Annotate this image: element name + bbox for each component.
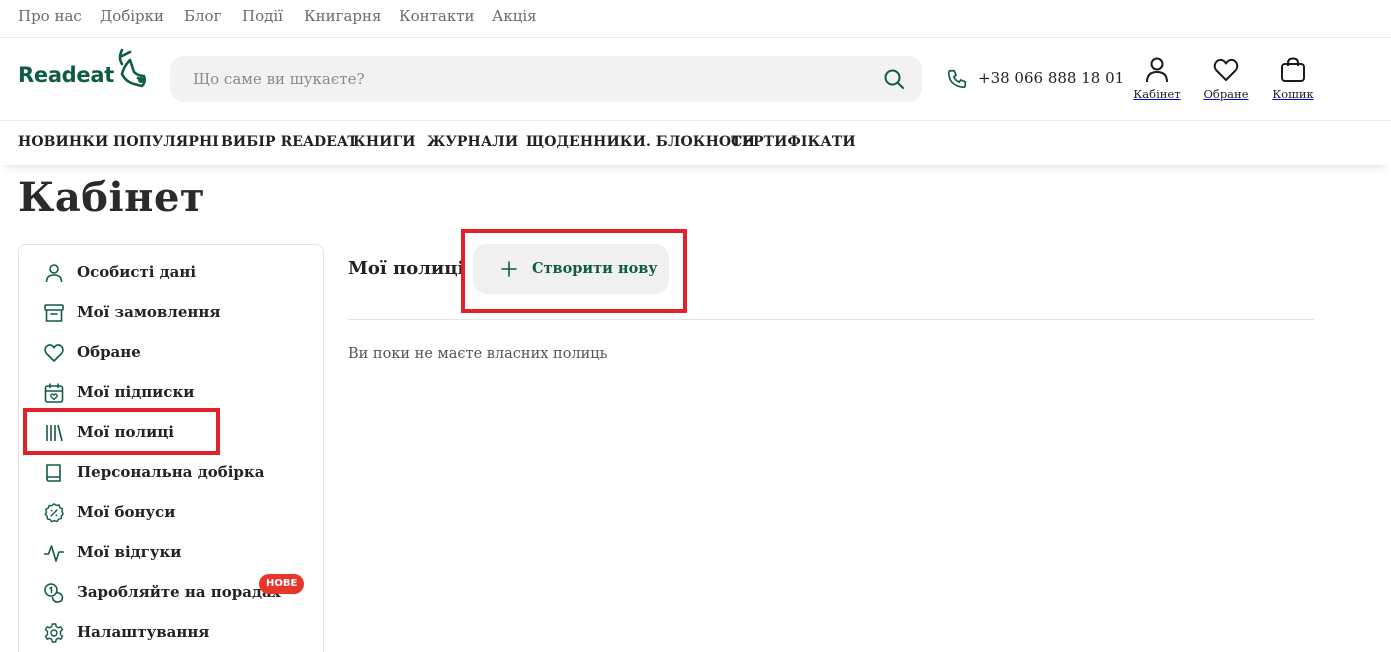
heart-icon: [1213, 58, 1239, 81]
top-link-blog[interactable]: Блог: [184, 7, 221, 25]
top-link-collections[interactable]: Добірки: [100, 7, 164, 25]
sidebar-item-favorites[interactable]: Обране: [19, 334, 323, 370]
category-popular[interactable]: ПОПУЛЯРНІ: [113, 134, 219, 150]
new-badge: НОВЕ: [259, 574, 305, 594]
header-cabinet-label: Кабінет: [1133, 87, 1181, 101]
sidebar-item-label: Налаштування: [77, 623, 210, 641]
category-readeat-choice[interactable]: ВИБІР READEAT: [221, 134, 358, 150]
sidebar-item-subscriptions[interactable]: Мої підписки: [19, 374, 323, 410]
shopping-bag-icon: [1281, 57, 1305, 82]
readeat-logo[interactable]: Readeat: [18, 46, 153, 94]
search-input[interactable]: [170, 56, 860, 102]
sidebar-item-personal-data[interactable]: Особисті дані: [19, 254, 323, 290]
sidebar-item-label: Мої підписки: [77, 383, 195, 401]
top-link-contacts[interactable]: Контакти: [399, 7, 475, 25]
sidebar-item-label: Мої відгуки: [77, 543, 182, 561]
coins-icon: [44, 583, 64, 603]
empty-shelves-message: Ви поки не маєте власних полиць: [348, 346, 608, 362]
search-bar: [170, 56, 922, 102]
highlight-create-button-box: [461, 229, 687, 313]
top-link-bookstore[interactable]: Книгарня: [304, 7, 381, 25]
header-cabinet-button[interactable]: Кабінет: [1132, 56, 1182, 106]
phone-icon: [947, 69, 967, 89]
gear-icon: [44, 623, 64, 643]
sidebar-item-label: Обране: [77, 343, 141, 361]
category-books[interactable]: КНИГИ: [353, 134, 416, 150]
search-icon[interactable]: [882, 67, 906, 91]
sidebar-item-bonuses[interactable]: Мої бонуси: [19, 494, 323, 530]
top-link-promo[interactable]: Акція: [492, 7, 537, 25]
user-icon: [45, 264, 63, 283]
category-nav: НОВИНКИ ПОПУЛЯРНІ ВИБІР READEAT КНИГИ ЖУ…: [0, 121, 1391, 165]
sidebar-item-personal-selection[interactable]: Персональна добірка: [19, 454, 323, 490]
logo-wordmark: Readeat: [18, 63, 114, 87]
book-icon: [46, 464, 61, 482]
category-magazines[interactable]: ЖУРНАЛИ: [427, 134, 518, 150]
percent-badge-icon: [44, 503, 64, 523]
heart-icon: [44, 344, 64, 362]
sidebar-item-label: Мої бонуси: [77, 503, 176, 521]
top-link-events[interactable]: Події: [242, 7, 283, 25]
highlight-shelves-item-box: [23, 408, 220, 455]
sidebar-item-reviews[interactable]: Мої відгуки: [19, 534, 323, 570]
logo-deer-icon: [118, 48, 146, 88]
shelves-title: Мої полиці: [348, 258, 465, 279]
activity-icon: [43, 545, 65, 562]
archive-box-icon: [44, 304, 64, 322]
sidebar-item-label: Персональна добірка: [77, 463, 265, 481]
sidebar-item-orders[interactable]: Мої замовлення: [19, 294, 323, 330]
sidebar-item-label: Мої замовлення: [77, 303, 221, 321]
sidebar-item-settings[interactable]: Налаштування: [19, 614, 323, 650]
category-certificates[interactable]: СЕРТИФІКАТИ: [731, 134, 856, 150]
header-cart-label: Кошик: [1272, 87, 1314, 101]
site-header: Readeat +38 066 888 18 01 Кабінет Обране: [0, 38, 1391, 121]
header-favorites-button[interactable]: Обране: [1202, 56, 1250, 106]
top-utility-bar: Про нас Добірки Блог Події Книгарня Конт…: [0, 0, 1391, 38]
category-diaries[interactable]: ЩОДЕННИКИ. БЛОКНОТИ: [526, 134, 755, 150]
user-icon: [1146, 57, 1168, 83]
header-cart-button[interactable]: Кошик: [1270, 56, 1316, 106]
phone-number: +38 066 888 18 01: [978, 69, 1125, 87]
header-favorites-label: Обране: [1203, 87, 1249, 101]
sidebar-item-label: Особисті дані: [77, 263, 197, 281]
category-new[interactable]: НОВИНКИ: [18, 134, 108, 150]
calendar-heart-icon: [44, 383, 64, 403]
sidebar-item-earn-on-tips[interactable]: Заробляйте на порадах НОВЕ: [19, 574, 323, 610]
page-title: Кабінет: [18, 174, 206, 221]
sidebar-item-label: Заробляйте на порадах: [77, 583, 281, 601]
content-divider: [348, 319, 1314, 320]
top-link-about[interactable]: Про нас: [18, 7, 82, 25]
